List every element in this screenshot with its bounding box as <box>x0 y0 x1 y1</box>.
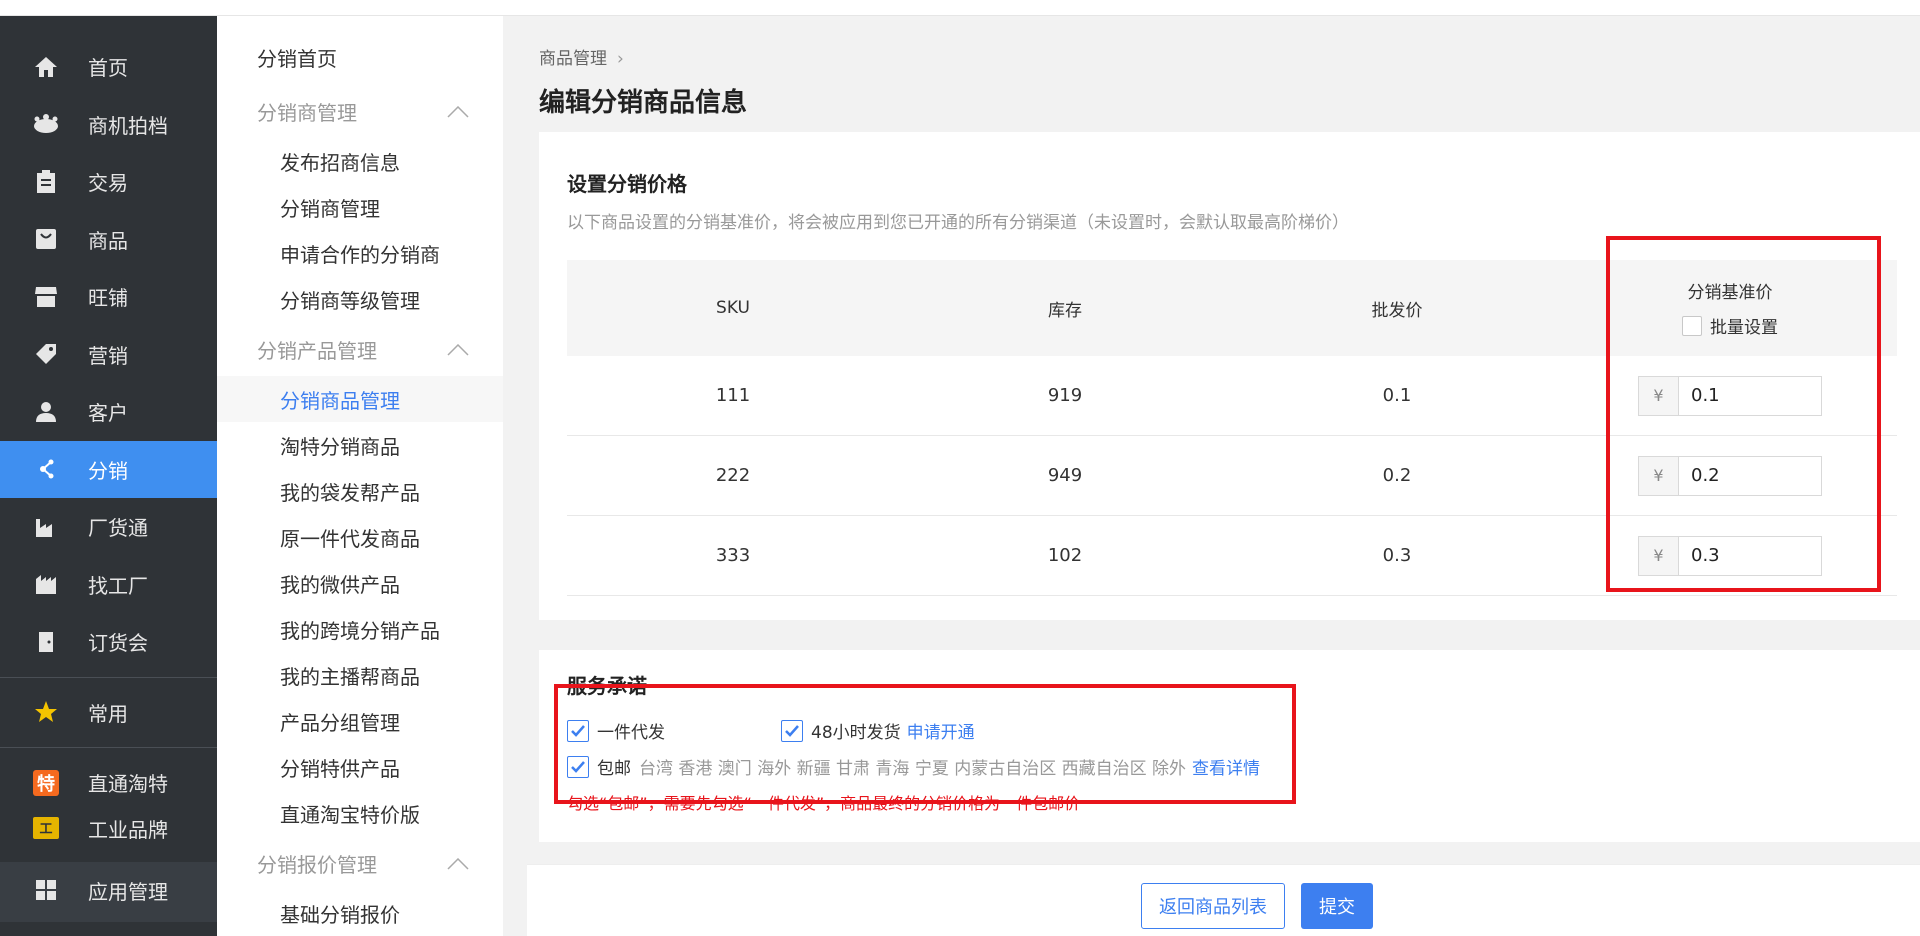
nav-item-distribution[interactable]: 分销 <box>0 440 217 498</box>
sub-item[interactable]: 淘特分销商品 <box>217 422 503 468</box>
sub-nav-group-quote[interactable]: 分销报价管理 <box>217 836 503 890</box>
sub-item[interactable]: 我的主播帮商品 <box>217 652 503 698</box>
nav-label: 商品 <box>88 228 128 253</box>
wholesale-cell: 0.3 <box>1382 545 1412 566</box>
page-title: 编辑分销商品信息 <box>539 88 748 118</box>
store-icon <box>32 283 60 311</box>
crown-icon <box>32 110 60 138</box>
distribution-icon <box>32 455 60 483</box>
sub-item[interactable]: 申请合作的分销商 <box>217 230 503 276</box>
nav-divider <box>0 747 217 748</box>
sub-item[interactable]: 分销特供产品 <box>217 744 503 790</box>
breadcrumb-item[interactable]: 商品管理 <box>539 49 607 69</box>
column-header-wholesale: 批发价 <box>1371 300 1423 321</box>
highlight-box-base-price <box>1606 236 1881 592</box>
sub-item[interactable]: 发布招商信息 <box>217 138 503 184</box>
nav-divider <box>0 676 217 678</box>
highlight-box-service <box>554 684 1296 804</box>
taote-badge-icon: 特 <box>32 769 60 797</box>
nav-label: 首页 <box>88 56 128 81</box>
stock-cell: 949 <box>1047 465 1083 486</box>
left-nav: 首页 商机拍档 交易 商品 旺铺 营销 客户 分销 厂货通 找工厂 订货会 常用… <box>0 16 217 936</box>
column-header-sku: SKU <box>716 298 750 318</box>
nav-item-home[interactable]: 首页 <box>0 38 217 96</box>
nav-item-common[interactable]: 常用 <box>0 684 217 742</box>
submit-button[interactable]: 提交 <box>1301 883 1373 929</box>
nav-item-customer[interactable]: 客户 <box>0 383 217 441</box>
industrial-badge-icon: 工 <box>32 814 60 842</box>
door-icon <box>32 628 60 656</box>
footer-bar: 返回商品列表 提交 <box>527 864 1920 936</box>
nav-item-factory-goods[interactable]: 厂货通 <box>0 498 217 556</box>
column-header-stock: 库存 <box>1048 300 1082 321</box>
nav-item-app-manage[interactable]: 应用管理 <box>0 862 217 920</box>
nav-label: 厂货通 <box>88 516 148 541</box>
pricing-title: 设置分销价格 <box>567 172 687 196</box>
nav-label: 直通淘特 <box>88 772 168 797</box>
sub-item[interactable]: 原一件代发商品 <box>217 514 503 560</box>
nav-label: 营销 <box>88 343 128 368</box>
sub-nav-group-distributor[interactable]: 分销商管理 <box>217 84 503 138</box>
home-icon <box>32 53 60 81</box>
pricing-description: 以下商品设置的分销基准价，将会被应用到您已开通的所有分销渠道（未设置时，会默认取… <box>567 213 1349 233</box>
nav-label: 旺铺 <box>88 286 128 311</box>
sub-nav: 分销首页 分销商管理 发布招商信息 分销商管理 申请合作的分销商 分销商等级管理… <box>217 16 503 936</box>
sub-item-active[interactable]: 分销商品管理 <box>217 376 503 422</box>
group-label: 分销商管理 <box>257 100 357 125</box>
breadcrumb: 商品管理 › <box>539 44 624 69</box>
clipboard-icon <box>32 168 60 196</box>
top-bar <box>0 0 1920 16</box>
nav-item-partner[interactable]: 商机拍档 <box>0 96 217 154</box>
stock-cell: 102 <box>1047 545 1083 566</box>
nav-item-marketing[interactable]: 营销 <box>0 326 217 384</box>
nav-label: 订货会 <box>88 631 148 656</box>
factory-icon <box>32 513 60 541</box>
stock-cell: 919 <box>1047 385 1083 406</box>
nav-item-order-fair[interactable]: 订货会 <box>0 613 217 671</box>
nav-label: 交易 <box>88 171 128 196</box>
bag-icon <box>32 225 60 253</box>
nav-label: 客户 <box>88 401 128 426</box>
sub-item[interactable]: 直通淘宝特价版 <box>217 790 503 836</box>
sub-item[interactable]: 我的袋发帮产品 <box>217 468 503 514</box>
sku-cell: 333 <box>715 545 751 566</box>
nav-label: 应用管理 <box>88 879 168 904</box>
nav-item-taote[interactable]: 特 直通淘特 <box>0 754 217 812</box>
chevron-up-icon <box>447 99 469 123</box>
nav-item-trade[interactable]: 交易 <box>0 153 217 211</box>
star-icon <box>32 698 60 726</box>
group-label: 分销报价管理 <box>257 852 377 877</box>
nav-item-industrial[interactable]: 工 工业品牌 <box>0 812 217 848</box>
sub-nav-group-product[interactable]: 分销产品管理 <box>217 322 503 376</box>
nav-label: 常用 <box>88 701 128 726</box>
chevron-up-icon <box>447 851 469 875</box>
wholesale-cell: 0.1 <box>1382 385 1412 406</box>
nav-label: 找工厂 <box>88 573 148 598</box>
nav-label: 商机拍档 <box>88 113 168 138</box>
sub-item[interactable]: 我的微供产品 <box>217 560 503 606</box>
chevron-up-icon <box>447 337 469 361</box>
nav-label: 分销 <box>88 458 128 483</box>
factory2-icon <box>32 570 60 598</box>
nav-item-product[interactable]: 商品 <box>0 211 217 269</box>
sub-item[interactable]: 我的跨境分销产品 <box>217 606 503 652</box>
sub-item[interactable]: 分销商等级管理 <box>217 276 503 322</box>
breadcrumb-separator: › <box>617 49 624 69</box>
tag-icon <box>32 340 60 368</box>
sku-cell: 222 <box>715 465 751 486</box>
sku-cell: 111 <box>715 385 751 406</box>
back-to-list-button[interactable]: 返回商品列表 <box>1141 883 1285 929</box>
sub-item[interactable]: 产品分组管理 <box>217 698 503 744</box>
person-icon <box>32 398 60 426</box>
wholesale-cell: 0.2 <box>1382 465 1412 486</box>
nav-label: 工业品牌 <box>88 817 168 842</box>
nav-item-find-factory[interactable]: 找工厂 <box>0 556 217 614</box>
sub-item[interactable]: 基础分销报价 <box>217 890 503 936</box>
sub-item[interactable]: 分销商管理 <box>217 184 503 230</box>
group-label: 分销产品管理 <box>257 338 377 363</box>
nav-item-shop[interactable]: 旺铺 <box>0 268 217 326</box>
grid-icon <box>32 876 60 904</box>
sub-nav-home[interactable]: 分销首页 <box>217 30 503 84</box>
